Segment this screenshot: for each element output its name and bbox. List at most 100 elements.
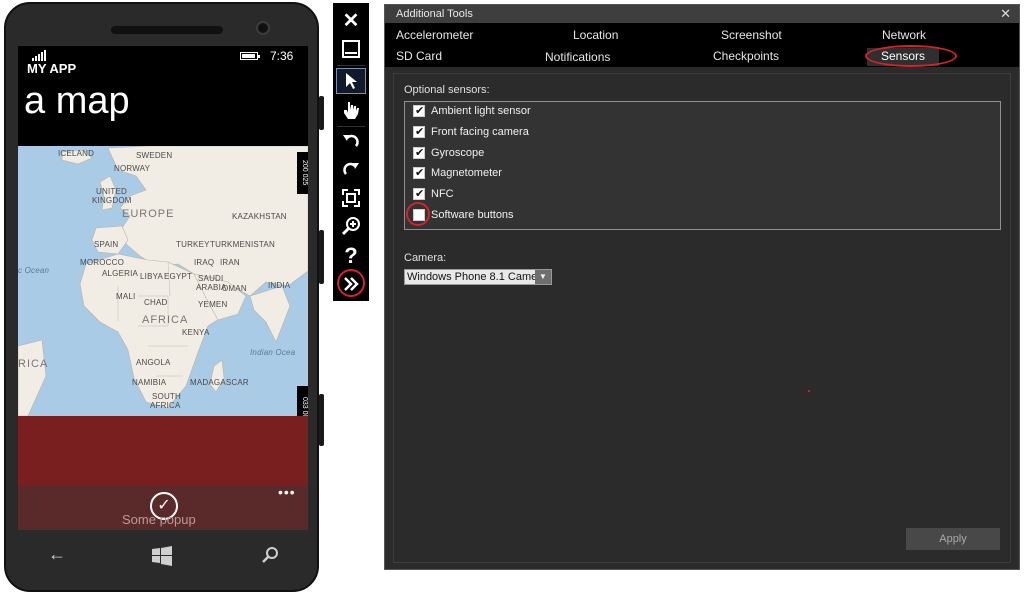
sensor-label: Ambient light sensor	[431, 105, 531, 117]
sensor-gyroscope[interactable]: Gyroscope	[413, 144, 484, 162]
rotate-left-icon[interactable]	[336, 129, 366, 155]
optional-sensors-label: Optional sensors:	[404, 84, 490, 96]
close-icon[interactable]: ✕	[336, 7, 366, 33]
annotation-ring-software-buttons	[406, 202, 430, 226]
sensor-label: Magnetometer	[431, 167, 502, 179]
search-icon[interactable]	[262, 546, 280, 569]
map-label-yemen: YEMEN	[198, 300, 228, 309]
map-label-africa: AFRICA	[142, 314, 189, 326]
popup-text: Some popup	[122, 512, 196, 527]
sensors-panel: Optional sensors: Ambient light sensor F…	[393, 73, 1011, 563]
checkbox[interactable]	[413, 187, 425, 200]
map-label-oman: OMAN	[222, 284, 247, 293]
battery-icon	[240, 52, 260, 60]
map-label-turkmenistan: TURKMENISTAN	[210, 240, 275, 249]
map-label-turkey: TURKEY	[176, 240, 210, 249]
map-label-libya: LIBYA	[140, 272, 164, 281]
rotate-right-icon[interactable]	[336, 157, 366, 183]
popup-panel	[18, 416, 308, 486]
sensor-label: Gyroscope	[431, 147, 485, 159]
map-label-namibia: NAMIBIA	[132, 378, 167, 387]
tab-sd-card[interactable]: SD Card	[396, 49, 442, 63]
phone-nav-bar: ←	[18, 534, 308, 580]
map-scale-top: 200 025	[297, 152, 308, 194]
zoom-icon[interactable]	[336, 213, 366, 239]
sensor-ambient-light[interactable]: Ambient light sensor	[413, 102, 531, 120]
sensor-nfc[interactable]: NFC	[413, 185, 454, 203]
map-label-india: INDIA	[268, 281, 291, 290]
map-label-iraq: IRAQ	[194, 258, 215, 267]
map-label-spain: SPAIN	[94, 240, 119, 249]
map-label-saudi: SAUDI	[198, 274, 224, 283]
sensor-label: Front facing camera	[431, 126, 529, 138]
camera-button	[319, 394, 324, 446]
apply-button[interactable]: Apply	[906, 528, 1000, 550]
map-label-morocco: MOROCCO	[80, 258, 125, 267]
tab-location[interactable]: Location	[573, 28, 618, 42]
map-label-uk: UNITED	[96, 187, 127, 196]
sensor-label: Software buttons	[431, 209, 514, 221]
map-land-shapes	[18, 146, 308, 416]
phone-screen: 7:36 MY APP a map ICELAND SWEDEN NORWAY …	[18, 46, 308, 530]
map-label-ocean-atlantic: c Ocean	[18, 266, 50, 275]
tab-accelerometer[interactable]: Accelerometer	[396, 28, 473, 42]
back-arrow-icon[interactable]: ←	[48, 544, 66, 565]
tab-strip: Accelerometer Location Screenshot Networ…	[385, 23, 1019, 67]
window-title: Additional Tools	[385, 5, 1019, 23]
phone-emulator: 7:36 MY APP a map ICELAND SWEDEN NORWAY …	[4, 2, 324, 592]
tab-checkpoints[interactable]: Checkpoints	[713, 49, 779, 63]
map-label-mali: MALI	[116, 292, 136, 301]
windows-start-icon[interactable]	[152, 546, 172, 571]
page-title: a map	[24, 80, 130, 122]
map-label-egypt: EGYPT	[164, 272, 193, 281]
phone-speaker	[111, 26, 223, 34]
clock: 7:36	[270, 49, 294, 63]
sensor-front-camera[interactable]: Front facing camera	[413, 123, 529, 141]
sensor-magnetometer[interactable]: Magnetometer	[413, 164, 502, 182]
map-label-uk-2: KINGDOM	[92, 196, 132, 205]
map-label-kenya: KENYA	[182, 328, 210, 337]
app-name: MY APP	[27, 61, 77, 76]
map-label-madagascar: MADAGASCAR	[190, 378, 249, 387]
map-label-iceland: ICELAND	[58, 149, 95, 158]
map-label-chad: CHAD	[144, 298, 168, 307]
help-icon[interactable]: ?	[336, 243, 366, 269]
emulator-toolbar: ✕ ?	[333, 3, 369, 301]
map-label-south: SOUTH	[152, 392, 181, 401]
fit-screen-icon[interactable]	[336, 185, 366, 211]
tab-notifications[interactable]: Notifications	[545, 50, 610, 64]
volume-down-button	[319, 230, 324, 284]
minimize-icon[interactable]	[336, 36, 366, 62]
more-options-icon[interactable]: •••	[278, 484, 296, 500]
checkbox[interactable]	[413, 125, 425, 138]
map-label-europe: EUROPE	[122, 208, 175, 220]
tab-screenshot[interactable]: Screenshot	[721, 28, 782, 42]
pointer-icon[interactable]	[336, 68, 366, 94]
annotation-ring-sensors	[865, 45, 957, 67]
checkbox[interactable]	[413, 104, 425, 117]
camera-select[interactable]: Windows Phone 8.1 Camera ▼	[404, 269, 552, 285]
map-label-sweden: SWEDEN	[136, 151, 173, 160]
map-label-south-africa: AFRICA	[150, 401, 181, 410]
sensor-label: NFC	[431, 188, 454, 200]
map-label-iran: IRAN	[220, 258, 240, 267]
checkbox[interactable]	[413, 146, 425, 159]
map-control[interactable]: ICELAND SWEDEN NORWAY UNITED KINGDOM EUR…	[18, 146, 308, 416]
map-label-kazakhstan: KAZAKHSTAN	[232, 212, 287, 221]
tab-network[interactable]: Network	[882, 28, 926, 42]
checkbox[interactable]	[413, 166, 425, 179]
close-icon[interactable]: ✕	[1000, 5, 1011, 23]
map-label-angola: ANGOLA	[136, 358, 171, 367]
signal-icon	[32, 49, 46, 61]
app-bar: ✓ ••• Some popup	[18, 484, 308, 530]
chevron-down-icon: ▼	[535, 270, 551, 284]
camera-select-value: Windows Phone 8.1 Camera	[407, 271, 548, 283]
stray-mark	[808, 390, 810, 392]
annotation-ring-expand	[337, 269, 365, 297]
map-label-norway: NORWAY	[114, 164, 151, 173]
front-camera-icon	[256, 21, 270, 35]
hand-icon[interactable]	[336, 97, 366, 123]
map-scale-bottom: 033 008	[297, 386, 308, 416]
additional-tools-window: Additional Tools ✕ Accelerometer Locatio…	[384, 4, 1020, 570]
volume-up-button	[319, 96, 324, 130]
